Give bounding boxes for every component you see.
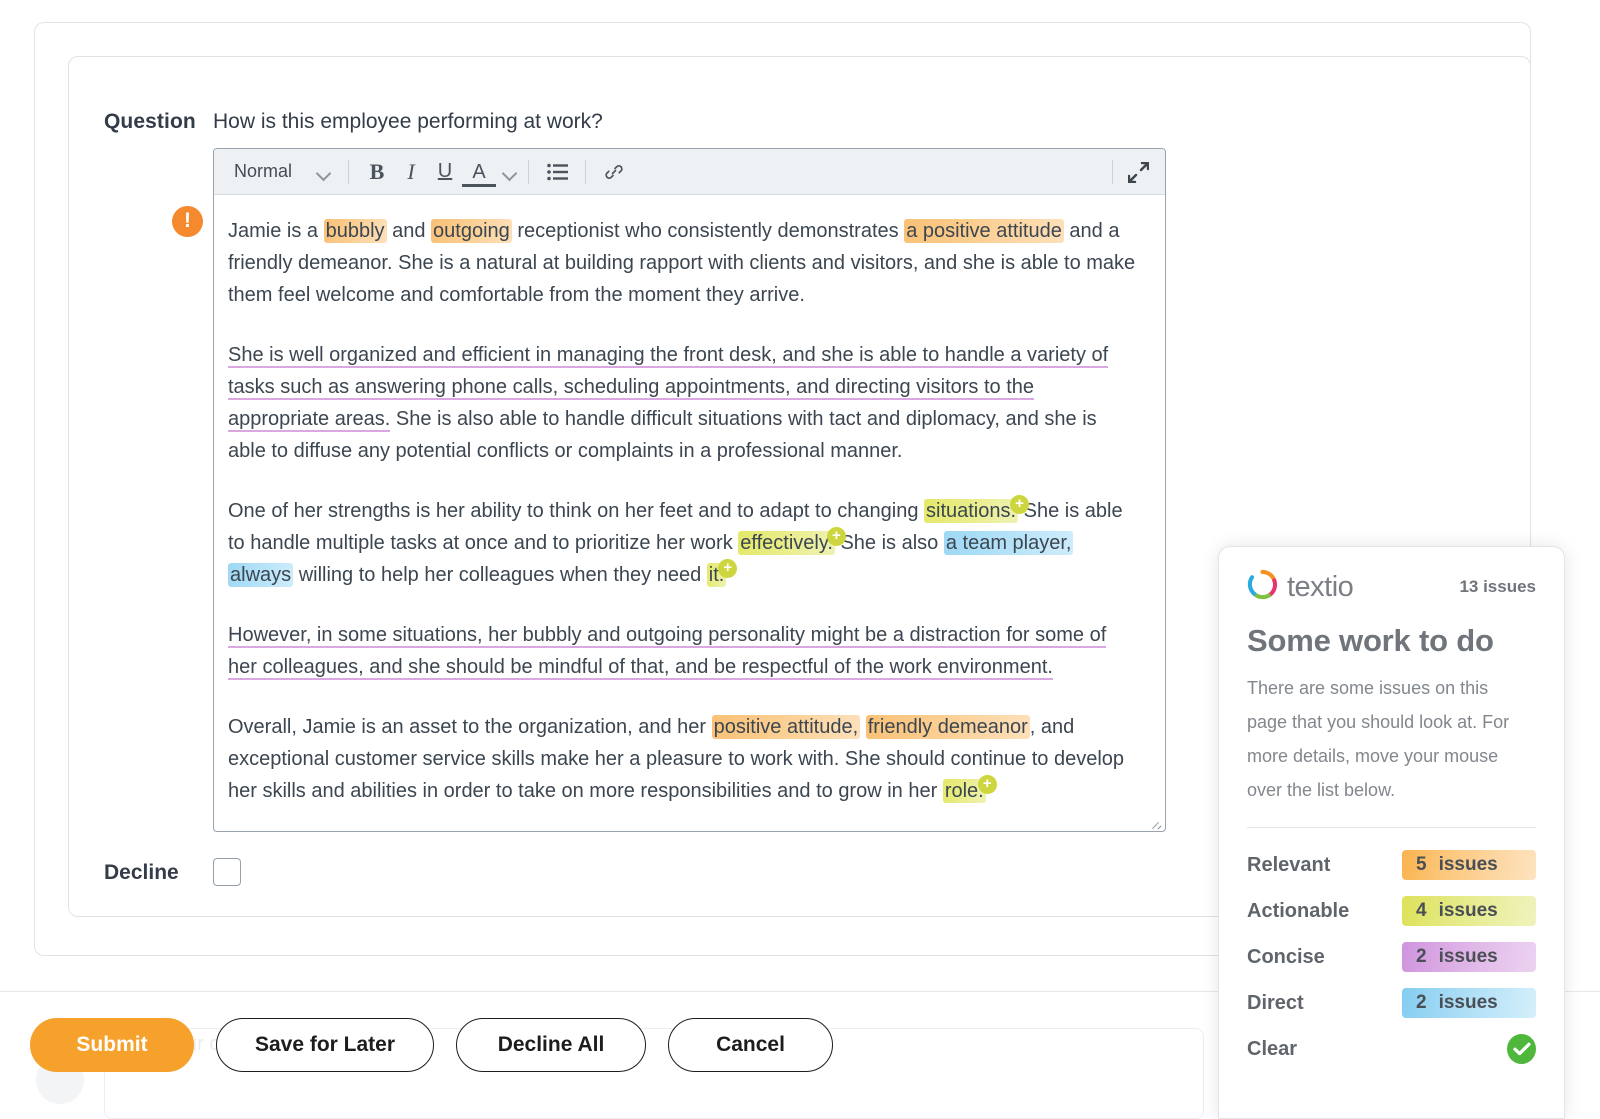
decline-all-button[interactable]: Decline All xyxy=(456,1018,646,1072)
highlight-relevant[interactable]: positive attitude, xyxy=(711,715,861,739)
save-for-later-button[interactable]: Save for Later xyxy=(216,1018,434,1072)
metric-label: Clear xyxy=(1247,1037,1298,1060)
highlight-relevant[interactable]: friendly demeanor xyxy=(865,715,1030,739)
textio-logo: textio xyxy=(1247,569,1354,605)
question-label: Question xyxy=(104,110,196,133)
metric-row-actionable[interactable]: Actionable 4 issues xyxy=(1247,888,1536,934)
paragraph-style-value: Normal xyxy=(234,161,293,181)
textio-description: There are some issues on this page that … xyxy=(1247,678,1510,800)
rich-text-editor[interactable]: Normal B I U A Jamie is a bubbly and out… xyxy=(213,148,1166,832)
highlight-relevant[interactable]: a positive attitude xyxy=(904,219,1064,243)
metric-pill[interactable]: 4 issues xyxy=(1402,896,1536,926)
metric-unit: issues xyxy=(1438,900,1498,921)
expand-arrows-icon[interactable] xyxy=(1121,155,1155,189)
editor-content[interactable]: Jamie is a bubbly and outgoing reception… xyxy=(214,195,1165,831)
bold-button[interactable]: B xyxy=(360,155,394,189)
metric-count: 4 xyxy=(1416,900,1427,921)
metric-unit: issues xyxy=(1438,854,1498,875)
cancel-button[interactable]: Cancel xyxy=(668,1018,833,1072)
textio-title: Some work to do xyxy=(1247,623,1494,658)
metric-label: Relevant xyxy=(1247,853,1331,876)
toolbar-divider xyxy=(1112,160,1113,184)
textio-ring-logo-icon xyxy=(1247,569,1278,605)
decline-checkbox[interactable] xyxy=(213,858,241,886)
highlight-relevant[interactable]: bubbly xyxy=(323,219,387,243)
text-run: and xyxy=(386,220,432,242)
text-run: receptionist who consistently demonstrat… xyxy=(511,220,905,242)
issue-count-badge: 13 issues xyxy=(1459,577,1536,596)
highlight-actionable[interactable]: effectively. xyxy=(738,531,835,555)
text-run: She is also xyxy=(834,532,944,554)
highlight-actionable[interactable]: situations. xyxy=(924,499,1019,523)
toolbar-divider xyxy=(585,159,587,184)
text-run: willing to help her colleagues when they… xyxy=(293,564,707,586)
textio-metric-list: Relevant 5 issues Actionable 4 issues Co… xyxy=(1247,842,1536,1072)
app-root: Question How is this employee performing… xyxy=(0,0,1600,1119)
metric-row-direct[interactable]: Direct 2 issues xyxy=(1247,980,1536,1026)
metric-unit: issues xyxy=(1438,946,1498,967)
paragraph-5: Overall, Jamie is an asset to the organi… xyxy=(228,715,1125,803)
metric-count: 2 xyxy=(1416,992,1427,1013)
metric-unit: issues xyxy=(1438,992,1498,1013)
highlight-concise[interactable]: However, in some situations, her bubbly … xyxy=(228,624,1107,680)
paragraph-4: However, in some situations, her bubbly … xyxy=(228,619,1137,683)
editor-resize-handle[interactable] xyxy=(1149,815,1163,829)
editor-toolbar: Normal B I U A xyxy=(214,149,1165,195)
link-icon[interactable] xyxy=(597,155,631,189)
textio-panel: textio 13 issues Some work to do There a… xyxy=(1218,546,1565,1119)
highlight-direct[interactable]: a team player, xyxy=(943,531,1074,555)
divider xyxy=(1247,827,1536,828)
submit-button[interactable]: Submit xyxy=(30,1018,194,1072)
metric-row-concise[interactable]: Concise 2 issues xyxy=(1247,934,1536,980)
metric-row-clear[interactable]: Clear xyxy=(1247,1026,1536,1072)
metric-label: Concise xyxy=(1247,945,1325,968)
metric-label: Direct xyxy=(1247,991,1304,1014)
metric-count: 5 xyxy=(1416,854,1427,875)
metric-pill[interactable]: 2 issues xyxy=(1402,988,1536,1018)
italic-button[interactable]: I xyxy=(394,155,428,189)
metric-count: 2 xyxy=(1416,946,1427,967)
metric-pill[interactable]: 2 issues xyxy=(1402,942,1536,972)
chevron-down-icon[interactable] xyxy=(504,168,517,176)
text-run xyxy=(860,716,866,738)
highlight-direct[interactable]: always xyxy=(228,563,294,587)
toolbar-divider xyxy=(528,159,530,184)
text-run: Overall, Jamie is an asset to the organi… xyxy=(228,716,712,738)
highlight-relevant[interactable]: outgoing xyxy=(431,219,512,243)
chevron-down-icon xyxy=(318,168,331,176)
paragraph-3: One of her strengths is her ability to t… xyxy=(228,495,1123,587)
toolbar-divider xyxy=(348,159,350,184)
underline-button[interactable]: U xyxy=(428,155,462,189)
page-title: How is this employee performing at work? xyxy=(213,110,603,133)
metric-label: Actionable xyxy=(1247,899,1350,922)
green-check-circle-icon xyxy=(1507,1034,1536,1064)
metric-row-relevant[interactable]: Relevant 5 issues xyxy=(1247,842,1536,888)
textio-wordmark: textio xyxy=(1287,570,1354,603)
metric-pill[interactable]: 5 issues xyxy=(1402,850,1536,880)
paragraph-1: Jamie is a bubbly and outgoing reception… xyxy=(228,215,1137,311)
text-run: One of her strengths is her ability to t… xyxy=(228,500,924,522)
textio-panel-header: textio 13 issues xyxy=(1247,569,1536,605)
text-run: Jamie is a xyxy=(228,220,324,242)
paragraph-2: She is well organized and efficient in m… xyxy=(228,339,1137,467)
text-color-button[interactable]: A xyxy=(462,161,497,187)
paragraph-style-select[interactable]: Normal xyxy=(224,155,337,189)
decline-label: Decline xyxy=(104,861,179,884)
warning-exclamation-icon: ! xyxy=(172,206,203,237)
bullet-list-icon[interactable] xyxy=(540,155,574,189)
action-button-row: Submit Save for Later Decline All Cancel xyxy=(30,1018,833,1072)
